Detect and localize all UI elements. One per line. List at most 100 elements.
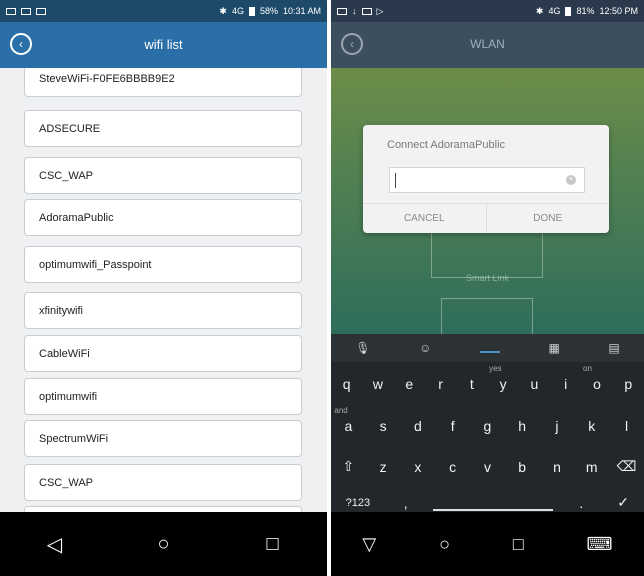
done-button[interactable]: DONE: [487, 204, 610, 233]
nav-recents-button[interactable]: □: [253, 533, 293, 556]
play-icon: ▷: [376, 5, 384, 16]
wifi-item[interactable]: CSC_WAP: [24, 157, 302, 194]
key-b[interactable]: b: [508, 459, 536, 475]
key-u[interactable]: u: [520, 376, 548, 392]
keyboard-toolbar: 🎙 ☺ ▦ ▤: [331, 334, 644, 362]
key-f[interactable]: f: [439, 418, 467, 434]
mail-icon: [21, 7, 31, 15]
nav-back-button[interactable]: ▽: [362, 534, 376, 555]
status-bar: ↓ ▷ ✱ 4G 81% 12:50 PM: [331, 0, 644, 22]
download-icon: ↓: [352, 6, 357, 16]
nav-recents-button[interactable]: □: [513, 534, 524, 555]
status-time: 12:50 PM: [599, 6, 638, 16]
clear-icon[interactable]: ×: [566, 175, 576, 185]
enter-key[interactable]: ✓: [609, 494, 637, 511]
key-g[interactable]: g: [473, 418, 501, 434]
key-p[interactable]: p: [614, 376, 642, 392]
key-i[interactable]: i: [552, 376, 580, 392]
keyboard-row-3: ⇧ z x c v b n m ⌫: [331, 458, 644, 475]
wifi-item[interactable]: xfinitywifi: [24, 292, 302, 329]
keyboard-row-1: q w e r t yes y u i on o p: [331, 364, 644, 392]
battery-icon: [565, 6, 572, 16]
bluetooth-icon: ✱: [219, 5, 227, 16]
message-icon: [337, 7, 347, 15]
wifi-item[interactable]: optimumwifi: [24, 378, 302, 415]
wifi-item[interactable]: CSC_WAP: [24, 464, 302, 501]
keyboard-layout-icon[interactable]: [479, 343, 500, 353]
key-v[interactable]: v: [473, 459, 501, 475]
key-m[interactable]: m: [578, 459, 606, 475]
key-r[interactable]: r: [427, 376, 455, 392]
wifi-item[interactable]: SpectrumWiFi: [24, 420, 302, 457]
key-e[interactable]: e: [395, 376, 423, 392]
page-title: wifi list: [144, 37, 183, 52]
mail-icon: [36, 7, 46, 15]
symbols-key[interactable]: ?123: [338, 497, 378, 509]
status-time: 10:31 AM: [282, 6, 321, 16]
connect-dialog: Connect AdoramaPublic × CANCEL DONE: [363, 125, 609, 233]
wifi-list: SteveWiFi-F0FE6BBBB9E2 ADSECURE CSC_WAP …: [0, 68, 327, 512]
app-header: ‹ WLAN: [331, 22, 644, 68]
key-d[interactable]: d: [404, 418, 432, 434]
key-l[interactable]: l: [613, 418, 641, 434]
navigation-bar: ▽ ○ □ ⌨: [331, 512, 644, 576]
key-z[interactable]: z: [369, 459, 397, 475]
nav-home-button[interactable]: ○: [144, 533, 184, 556]
period-key[interactable]: .: [567, 495, 595, 511]
key-h[interactable]: h: [508, 418, 536, 434]
network-label: 4G: [231, 6, 244, 16]
right-phone-screen: ↓ ▷ ✱ 4G 81% 12:50 PM ‹ WLAN Smart Link C…: [331, 0, 644, 576]
mail-icon: [361, 7, 372, 15]
battery-level: 81%: [576, 6, 595, 16]
clipboard-icon[interactable]: ▤: [608, 341, 619, 355]
key-y[interactable]: yes y: [489, 364, 517, 392]
key-o[interactable]: on o: [583, 364, 611, 392]
suggestion-and: and: [334, 406, 348, 415]
key-x[interactable]: x: [404, 459, 432, 475]
message-icon: [6, 7, 16, 15]
router-graphic: [441, 298, 533, 338]
comma-key[interactable]: ,: [392, 495, 420, 511]
grid-icon[interactable]: ▦: [548, 341, 559, 355]
shift-key[interactable]: ⇧: [334, 458, 362, 475]
network-label: 4G: [548, 6, 561, 16]
key-k[interactable]: k: [578, 418, 606, 434]
wifi-item[interactable]: ADSECURE: [24, 110, 302, 147]
key-n[interactable]: n: [543, 459, 571, 475]
password-input[interactable]: ×: [389, 167, 585, 193]
wifi-item[interactable]: CableWiFi: [24, 335, 302, 372]
emoji-icon[interactable]: ☺: [419, 341, 431, 355]
wifi-item[interactable]: optimumwifi_Passpoint: [24, 246, 302, 283]
app-header: ‹ wifi list: [0, 22, 327, 68]
wifi-item[interactable]: SteveWiFi-F0FE6BBBB9E2: [24, 68, 302, 97]
nav-home-button[interactable]: ○: [439, 534, 450, 555]
keyboard-row-2: and a s d f g h j k l: [331, 406, 644, 434]
suggestion-yes: yes: [489, 364, 502, 373]
key-t[interactable]: t: [458, 376, 486, 392]
key-q[interactable]: q: [333, 376, 361, 392]
keyboard-icon[interactable]: ⌨: [587, 534, 613, 555]
left-phone-screen: ✱ 4G 58% 10:31 AM ‹ wifi list SteveWiFi-…: [0, 0, 327, 576]
key-w[interactable]: w: [364, 376, 392, 392]
nav-back-button[interactable]: ◁: [35, 532, 75, 557]
page-title: WLAN: [470, 37, 505, 51]
status-bar: ✱ 4G 58% 10:31 AM: [0, 0, 327, 22]
bluetooth-icon: ✱: [535, 5, 544, 16]
smart-link-label: Smart Link: [465, 273, 509, 283]
suggestion-on: on: [583, 364, 592, 373]
key-c[interactable]: c: [439, 459, 467, 475]
wifi-item[interactable]: AdoramaPublic: [24, 199, 302, 236]
keyboard-row-4: ?123 , . ✓: [331, 494, 644, 511]
text-caret: [395, 173, 396, 188]
microphone-icon[interactable]: 🎙: [355, 341, 370, 355]
key-a[interactable]: and a: [334, 406, 362, 434]
battery-level: 58%: [259, 6, 278, 16]
backspace-key[interactable]: ⌫: [613, 458, 641, 475]
dialog-actions: CANCEL DONE: [363, 203, 609, 233]
key-j[interactable]: j: [543, 418, 571, 434]
space-key[interactable]: [433, 495, 554, 511]
keyboard: 🎙 ☺ ▦ ▤ q w e r t yes y u i on o p and a s …: [331, 334, 644, 512]
battery-icon: [248, 6, 255, 16]
cancel-button[interactable]: CANCEL: [363, 204, 487, 233]
key-s[interactable]: s: [369, 418, 397, 434]
